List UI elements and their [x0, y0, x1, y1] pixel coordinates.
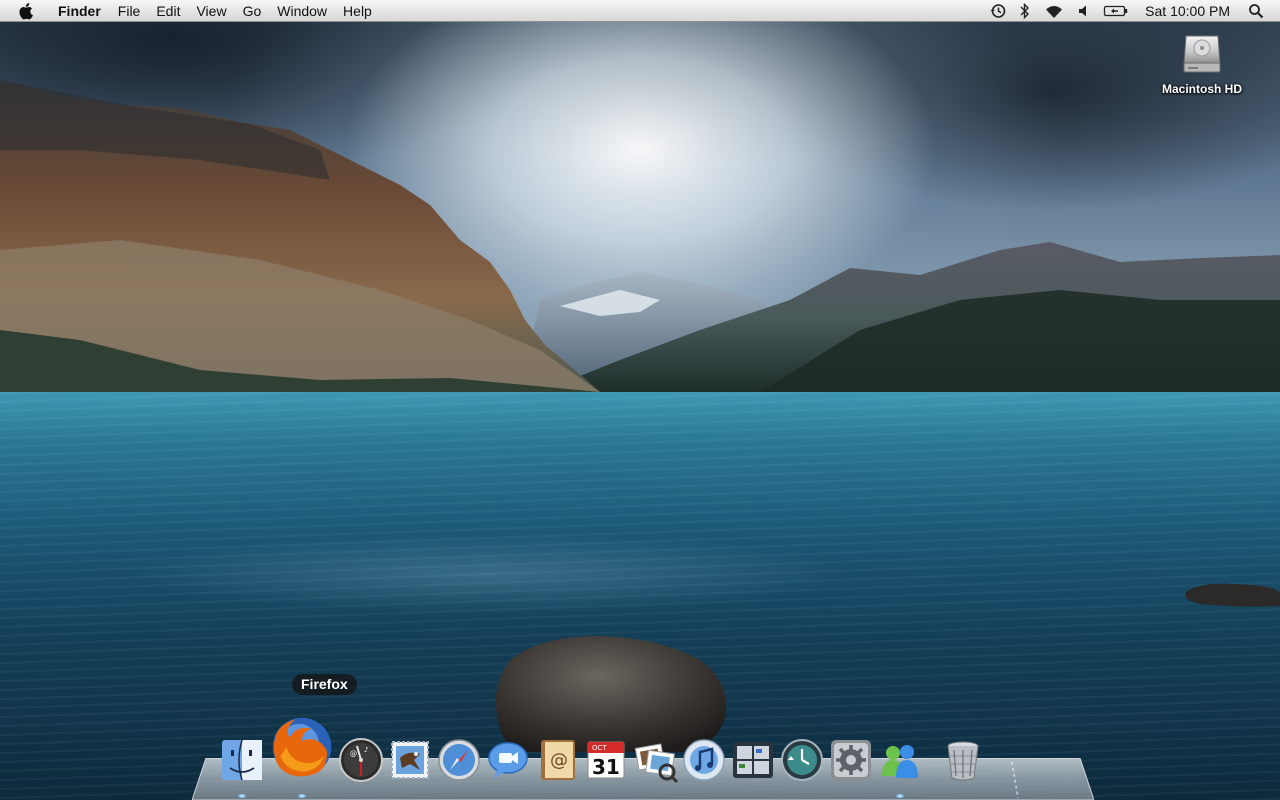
menu-edit[interactable]: Edit — [148, 0, 188, 22]
dock-messenger-icon[interactable] — [876, 736, 924, 798]
time-machine-icon[interactable] — [983, 0, 1013, 22]
spotlight-search-icon[interactable] — [1242, 0, 1270, 22]
menu-clock[interactable]: Sat 10:00 PM — [1135, 3, 1242, 19]
ical-month: OCT — [592, 744, 607, 752]
bluetooth-icon[interactable] — [1013, 0, 1037, 22]
dock-dashboard-icon[interactable]: @ ♪ — [337, 736, 385, 784]
dock-mail-icon[interactable] — [386, 736, 434, 784]
svg-text:@: @ — [350, 750, 357, 758]
dock-finder-icon[interactable] — [218, 736, 266, 798]
apple-menu-icon[interactable] — [16, 0, 38, 22]
svg-text:@: @ — [550, 750, 568, 771]
macintosh-hd-drive[interactable]: Macintosh HD — [1152, 30, 1252, 96]
dock-spaces-icon[interactable] — [729, 736, 777, 784]
dock-system-preferences-icon[interactable] — [827, 736, 875, 784]
dock-time-machine-icon[interactable] — [778, 736, 826, 784]
svg-text:♪: ♪ — [364, 746, 368, 754]
dock: @ ♪ @ OCT 31 — [218, 710, 988, 798]
dock-separator — [925, 736, 939, 784]
desktop-wallpaper — [0, 0, 1280, 800]
menu-app-finder[interactable]: Finder — [50, 0, 110, 22]
menu-go[interactable]: Go — [235, 0, 270, 22]
dock-itunes-icon[interactable] — [680, 736, 728, 784]
dock-address-book-icon[interactable]: @ — [533, 736, 581, 784]
running-indicator — [298, 794, 306, 798]
running-indicator — [896, 794, 904, 798]
dock-tooltip: Firefox — [292, 674, 357, 695]
dock-ical-icon[interactable]: OCT 31 — [582, 736, 630, 784]
ical-day: 31 — [592, 755, 620, 779]
running-indicator — [238, 794, 246, 798]
volume-icon[interactable] — [1071, 0, 1097, 22]
hard-drive-icon[interactable] — [1178, 30, 1226, 78]
battery-icon[interactable] — [1097, 0, 1135, 22]
menu-file[interactable]: File — [110, 0, 149, 22]
menu-help[interactable]: Help — [335, 0, 380, 22]
wallpaper-mountains — [0, 80, 1280, 752]
dock-trash-icon[interactable] — [939, 736, 987, 784]
menu-window[interactable]: Window — [269, 0, 335, 22]
wifi-icon[interactable] — [1037, 0, 1071, 22]
menu-bar: Finder File Edit View Go Window Help Sat… — [0, 0, 1280, 22]
dock-safari-icon[interactable] — [435, 736, 483, 784]
drive-label: Macintosh HD — [1161, 82, 1242, 96]
dock-preview-icon[interactable] — [631, 736, 679, 784]
dock-firefox-icon[interactable] — [265, 710, 339, 798]
dock-ichat-icon[interactable] — [484, 736, 532, 784]
menu-view[interactable]: View — [188, 0, 234, 22]
